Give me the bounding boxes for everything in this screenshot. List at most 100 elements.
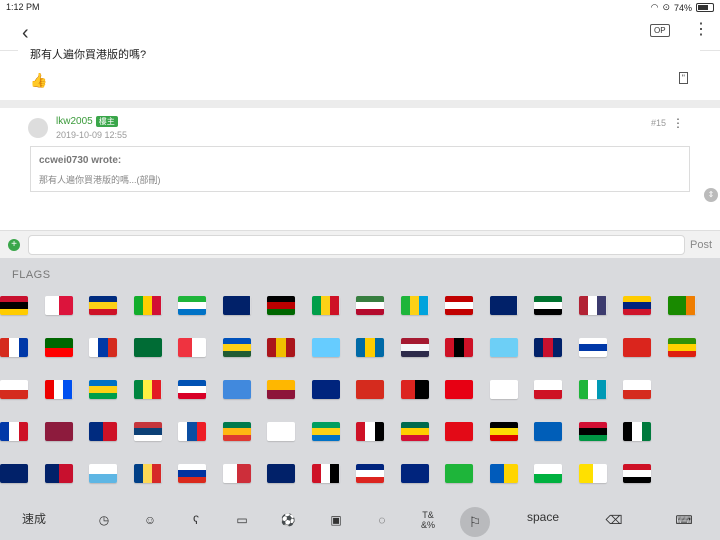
clock-icon[interactable]: ◷ (94, 510, 114, 530)
add-attachment-button[interactable]: + (8, 239, 20, 251)
flag-emoji[interactable] (178, 422, 206, 441)
flag-emoji[interactable] (667, 296, 696, 315)
flag-emoji[interactable] (400, 338, 429, 357)
flag-emoji[interactable] (133, 380, 162, 399)
flag-emoji[interactable] (445, 464, 473, 483)
flag-emoji[interactable] (578, 380, 607, 399)
ball-icon[interactable]: ⚽ (278, 510, 298, 530)
space-key[interactable]: space (527, 510, 559, 524)
flag-emoji[interactable] (489, 338, 518, 357)
flag-emoji[interactable] (445, 296, 473, 315)
scroll-control-icon[interactable]: ⇕ (704, 188, 718, 202)
post-more-button[interactable]: ⋮ (672, 116, 684, 130)
flag-emoji[interactable] (400, 380, 429, 399)
flag-emoji[interactable] (133, 296, 162, 315)
flag-emoji[interactable] (534, 296, 562, 315)
flag-emoji[interactable] (400, 296, 429, 315)
flag-emoji[interactable] (133, 338, 162, 357)
flag-emoji[interactable] (623, 422, 651, 441)
flag-emoji[interactable] (311, 338, 340, 357)
flag-emoji[interactable] (44, 380, 73, 399)
flag-emoji[interactable] (623, 296, 651, 315)
delete-icon[interactable]: ⌫ (604, 510, 624, 530)
smiley-icon[interactable]: ☺ (140, 510, 160, 530)
flag-emoji[interactable] (445, 380, 473, 399)
flag-emoji[interactable] (0, 380, 28, 399)
flag-emoji[interactable] (311, 296, 340, 315)
flag-emoji[interactable] (534, 338, 562, 357)
flag-emoji[interactable] (400, 464, 429, 483)
flag-emoji[interactable] (489, 422, 518, 441)
animal-icon[interactable]: ʕ (186, 510, 206, 530)
flag-emoji[interactable] (489, 296, 518, 315)
flag-emoji[interactable] (489, 380, 518, 399)
flag-emoji[interactable] (267, 464, 295, 483)
keyboard-hide-icon[interactable]: ⌨ (674, 510, 694, 530)
flag-emoji[interactable] (445, 422, 473, 441)
flag-emoji[interactable] (267, 422, 295, 441)
flag-emoji[interactable] (356, 380, 384, 399)
flag-emoji[interactable] (534, 380, 562, 399)
flag-emoji[interactable] (623, 338, 651, 357)
flag-emoji[interactable] (89, 422, 117, 441)
flag-emoji[interactable] (0, 464, 28, 483)
flag-emoji[interactable] (89, 338, 117, 357)
flag-emoji[interactable] (0, 338, 28, 357)
username[interactable]: lkw2005 樓主 (56, 116, 118, 127)
quick-input-button[interactable]: 速成 (22, 510, 46, 527)
flag-emoji[interactable] (133, 464, 162, 483)
flag-emoji[interactable] (89, 380, 117, 399)
back-button[interactable]: ‹ (22, 22, 29, 45)
op-button[interactable]: OP (650, 24, 670, 37)
flag-emoji[interactable] (445, 338, 473, 357)
flag-emoji[interactable] (534, 422, 562, 441)
flag-emoji[interactable] (267, 338, 295, 357)
avatar[interactable] (28, 118, 48, 138)
flag-emoji[interactable] (578, 422, 607, 441)
flag-emoji[interactable] (178, 296, 206, 315)
flag-emoji[interactable] (578, 464, 607, 483)
flag-emoji[interactable] (578, 338, 607, 357)
flag-emoji[interactable] (133, 422, 162, 441)
flag-emoji[interactable] (356, 338, 384, 357)
flag-emoji[interactable] (311, 422, 340, 441)
reply-input[interactable] (28, 235, 685, 255)
flag-emoji[interactable] (267, 380, 295, 399)
flag-emoji[interactable] (356, 422, 384, 441)
flag-emoji[interactable] (222, 296, 251, 315)
flag-emoji[interactable] (44, 464, 73, 483)
flag-emoji[interactable] (178, 380, 206, 399)
flag-emoji[interactable] (667, 338, 696, 357)
flag-emoji[interactable] (311, 380, 340, 399)
flag-emoji[interactable] (0, 422, 28, 441)
flag-icon[interactable]: ⚐ (460, 507, 490, 537)
flag-emoji[interactable] (222, 422, 251, 441)
flag-emoji[interactable] (578, 296, 607, 315)
flag-emoji[interactable] (356, 296, 384, 315)
flag-emoji[interactable] (44, 422, 73, 441)
lightbulb-icon[interactable]: ◌ (372, 510, 392, 530)
flag-emoji[interactable] (489, 464, 518, 483)
thumbs-up-icon[interactable]: 👍 (30, 72, 47, 89)
flag-emoji[interactable] (222, 338, 251, 357)
flag-emoji[interactable] (623, 380, 651, 399)
flag-emoji[interactable] (311, 464, 340, 483)
car-icon[interactable]: ▣ (326, 510, 346, 530)
symbols-icon[interactable]: T& &% (418, 510, 438, 530)
flag-emoji[interactable] (356, 464, 384, 483)
flag-emoji[interactable] (0, 296, 28, 315)
more-options-button[interactable]: ⋮ (693, 22, 709, 38)
quote-icon[interactable]: " (678, 72, 688, 84)
flag-emoji[interactable] (44, 296, 73, 315)
flag-emoji[interactable] (222, 464, 251, 483)
flag-emoji[interactable] (89, 464, 117, 483)
post-button[interactable]: Post (690, 239, 712, 251)
flag-emoji[interactable] (534, 464, 562, 483)
flag-emoji[interactable] (267, 296, 295, 315)
flag-emoji[interactable] (400, 422, 429, 441)
flag-emoji[interactable] (178, 338, 206, 357)
food-icon[interactable]: ▭ (232, 510, 252, 530)
flag-emoji[interactable] (623, 464, 651, 483)
flag-emoji[interactable] (222, 380, 251, 399)
flag-emoji[interactable] (178, 464, 206, 483)
